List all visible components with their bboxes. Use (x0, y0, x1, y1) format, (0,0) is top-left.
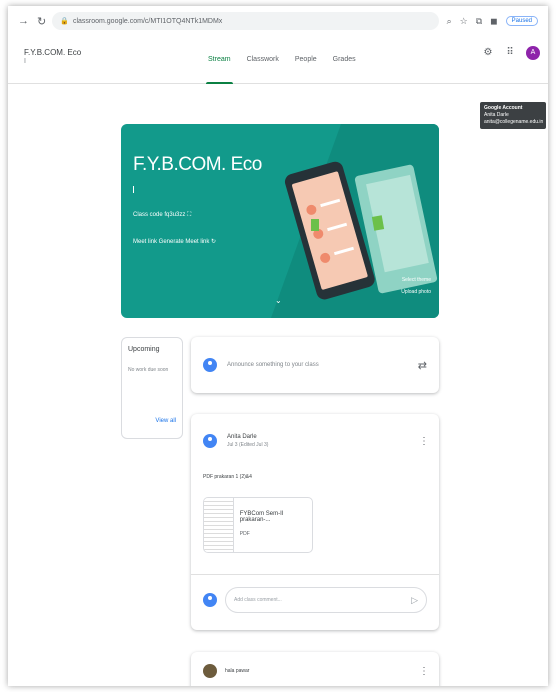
tab-people[interactable]: People (295, 36, 317, 84)
comment-input[interactable]: Add class comment... ▷ (225, 587, 427, 613)
browser-nav: → ↻ (18, 15, 46, 28)
post-author-avatar (203, 434, 217, 448)
class-title[interactable]: F.Y.B.COM. Eco (24, 48, 81, 57)
send-icon[interactable]: ▷ (411, 595, 418, 606)
post-body: PDF prakaran 1 (2)&4 (203, 474, 252, 480)
tooltip-title: Google Account (484, 105, 523, 111)
banner-theme-actions: Select theme Upload photo (401, 274, 431, 298)
bookmark-star-icon[interactable]: ☆ (460, 16, 468, 27)
header-icons: ⚙ ⠿ A (482, 46, 540, 60)
user-avatar (203, 358, 217, 372)
pdf-thumbnail (204, 498, 234, 552)
stream-post: Anita Darle Jul 3 (Edited Jul 3) ⋮ PDF p… (191, 414, 439, 630)
screenshot-frame: → ↻ 🔒 classroom.google.com/c/MTI1OTQ4NTk… (8, 6, 548, 686)
select-theme-link[interactable]: Select theme (401, 274, 431, 286)
announce-placeholder[interactable]: Announce something to your class (227, 362, 418, 368)
reload-icon[interactable]: ↻ (37, 15, 46, 28)
settings-gear-icon[interactable]: ⚙ (482, 47, 494, 59)
expand-chevron-icon[interactable]: ⌄ (275, 296, 282, 305)
account-avatar[interactable]: A (526, 46, 540, 60)
post2-author: hala pawar (225, 668, 250, 674)
post2-more-options-icon[interactable]: ⋮ (419, 666, 429, 677)
repost-icon[interactable]: ⇄ (418, 359, 427, 372)
comment-placeholder: Add class comment... (234, 597, 282, 603)
profile-icon[interactable]: ◼ (490, 16, 497, 27)
banner-class-title: F.Y.B.COM. Eco (133, 154, 262, 175)
tab-grades[interactable]: Grades (333, 36, 356, 84)
post2-header: hala pawar (203, 664, 249, 678)
refresh-icon: ↻ (211, 239, 217, 245)
attachment-card[interactable]: FYBCom Sem-II prakaran-... PDF (203, 497, 313, 553)
address-bar[interactable]: 🔒 classroom.google.com/c/MTI1OTQ4NTk1MDM… (52, 12, 439, 30)
stream-post-2: hala pawar ⋮ (191, 652, 439, 686)
attachment-name: FYBCom Sem-II prakaran-... (239, 511, 284, 523)
class-code[interactable]: Class code fq3u3zz ⛶ (133, 212, 191, 219)
post-header: Anita Darle Jul 3 (Edited Jul 3) (203, 434, 268, 448)
class-banner: F.Y.B.COM. Eco Class code fq3u3zz ⛶ Meet… (121, 124, 439, 318)
post-author: Anita Darle (227, 434, 257, 440)
tab-classwork[interactable]: Classwork (247, 36, 279, 84)
url-text: classroom.google.com/c/MTI1OTQ4NTk1MDMx (72, 17, 223, 25)
class-section: I (24, 58, 26, 65)
more-options-icon[interactable]: ⋮ (419, 436, 429, 447)
upcoming-empty-text: No work due soon (128, 367, 169, 373)
view-all-link[interactable]: View all (155, 418, 176, 424)
browser-toolbar: → ↻ 🔒 classroom.google.com/c/MTI1OTQ4NTk… (8, 6, 548, 36)
upload-photo-link[interactable]: Upload photo (401, 286, 431, 298)
attachment-type: PDF (239, 531, 250, 537)
tab-stream[interactable]: Stream (206, 36, 233, 84)
tooltip-name: Anita Darle (484, 112, 509, 118)
classroom-header: F.Y.B.COM. Eco I Stream Classwork People… (8, 36, 548, 84)
meet-link[interactable]: Meet link Generate Meet link ↻ (133, 238, 216, 245)
post2-author-avatar (203, 664, 217, 678)
forward-icon[interactable]: → (18, 15, 29, 28)
announce-box[interactable]: Announce something to your class ⇄ (191, 337, 439, 393)
attachment-info: FYBCom Sem-II prakaran-... PDF (234, 498, 312, 552)
paused-button[interactable]: Paused (505, 16, 538, 26)
search-icon[interactable]: ⌕ (447, 16, 452, 27)
post-divider (191, 574, 439, 575)
upcoming-card: Upcoming No work due soon View all (121, 337, 183, 439)
lock-icon: 🔒 (60, 18, 69, 25)
apps-grid-icon[interactable]: ⠿ (504, 47, 516, 59)
comment-row: Add class comment... ▷ (203, 587, 427, 613)
commenter-avatar (203, 593, 217, 607)
post-date: Jul 3 (Edited Jul 3) (227, 442, 269, 448)
browser-icons: ⌕ ☆ ⧉ ◼ Paused (447, 16, 538, 27)
tab-bar: Stream Classwork People Grades (206, 36, 356, 84)
upcoming-title: Upcoming (128, 346, 160, 353)
account-tooltip: Google Account Anita Darle anita@college… (480, 102, 546, 129)
extensions-icon[interactable]: ⧉ (476, 16, 482, 27)
fullscreen-icon: ⛶ (187, 212, 192, 218)
tooltip-email: anita@collegename.edu.in (484, 119, 544, 125)
banner-section-marker (133, 186, 134, 193)
